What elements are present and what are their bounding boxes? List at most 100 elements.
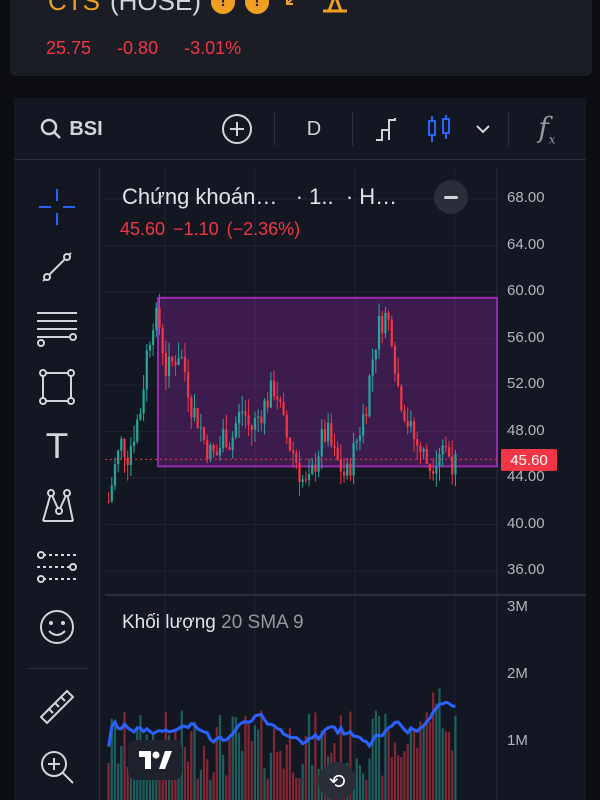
reset-chart-button[interactable]: ⟲ — [318, 762, 356, 800]
candles-icon — [428, 115, 450, 142]
candle-body — [225, 429, 228, 448]
volume-bar — [107, 762, 110, 800]
price-axis-label: 60.00 — [507, 282, 545, 299]
alert-icon[interactable] — [315, 0, 355, 17]
candle-body — [282, 402, 285, 415]
volume-bar — [298, 777, 301, 800]
candle-body — [272, 380, 276, 397]
candle-body — [183, 356, 187, 373]
candle-body — [212, 444, 215, 452]
legend-exchange: · H… — [345, 184, 398, 209]
volume-params: 20 SMA 9 — [221, 612, 304, 633]
candle-body — [174, 361, 177, 366]
volume-bar — [202, 745, 206, 800]
candle-body — [132, 441, 136, 447]
candle-body — [222, 429, 225, 449]
candle-body — [307, 473, 311, 480]
chevron-down-icon — [476, 125, 490, 134]
legend-change-pct: (−2.36%) — [226, 219, 301, 239]
candle-body — [288, 437, 292, 451]
candle-body — [298, 462, 301, 483]
candle-body — [187, 372, 190, 398]
crosshair-tool[interactable] — [32, 182, 82, 232]
price-axis-label: 48.00 — [507, 421, 545, 439]
candle-body — [142, 389, 145, 414]
volume-axis-label: 1M — [507, 732, 528, 749]
volume-bar — [355, 758, 358, 800]
candle-body — [384, 312, 387, 334]
add-symbol-button[interactable] — [214, 98, 260, 160]
candle-body — [393, 345, 397, 374]
indicators-button[interactable]: fx — [524, 98, 570, 160]
volume-bar — [435, 703, 438, 800]
collapse-legend-button[interactable] — [434, 180, 468, 214]
candle-body — [358, 435, 362, 441]
candle-body — [320, 429, 323, 457]
prediction-tool[interactable] — [32, 542, 82, 592]
volume-bar — [384, 713, 387, 800]
price-axis-label: 68.00 — [507, 189, 545, 206]
bar-style-button[interactable] — [366, 98, 412, 160]
candle-body — [365, 414, 368, 417]
emoji-tool[interactable] — [32, 602, 82, 652]
last-price-label: 45.60 — [501, 449, 557, 471]
volume-bar — [406, 743, 409, 800]
rectangle-tool[interactable] — [32, 362, 82, 412]
candle-body — [107, 501, 110, 503]
candle-body — [123, 438, 126, 458]
candle-body — [368, 375, 371, 417]
candle-body — [257, 416, 260, 419]
candle-body — [253, 418, 257, 430]
candle-body — [113, 464, 117, 486]
price-axis-label: 40.00 — [507, 514, 545, 532]
search-icon — [41, 118, 62, 139]
trend-line-icon — [42, 252, 72, 282]
symbol-header: CTS (HOSE) ! ! — [48, 0, 355, 17]
candle-body — [180, 356, 183, 358]
volume-legend[interactable]: Khối lượng 20 SMA 9 — [122, 612, 304, 634]
tradingview-logo[interactable] — [128, 740, 182, 780]
ticker-symbol[interactable]: CTS — [48, 0, 100, 17]
volume-bar — [444, 731, 447, 800]
crosshair-icon — [39, 189, 75, 225]
volume-bar — [447, 731, 451, 800]
ruler-tool[interactable] — [32, 682, 82, 732]
candle-body — [155, 307, 158, 331]
chart-toolbar: BSI D fx — [14, 98, 586, 160]
candle-body — [416, 438, 419, 446]
candle-body — [171, 356, 174, 362]
volume-bar — [285, 744, 288, 800]
zoom-in-tool[interactable] — [32, 742, 82, 792]
trend-line-tool[interactable] — [32, 242, 82, 292]
expand-icon[interactable] — [279, 0, 305, 14]
volume-bar — [276, 752, 279, 800]
emoji-icon — [40, 610, 74, 644]
interval-button[interactable]: D — [294, 98, 334, 160]
volume-bar — [368, 758, 371, 800]
header-change-pct: -3.01% — [184, 38, 242, 58]
candle-body — [400, 386, 403, 411]
chart-type-dropdown[interactable] — [466, 98, 500, 160]
header-price: 25.75 — [46, 38, 92, 58]
pattern-tool[interactable] — [32, 482, 82, 532]
header-change: -0.80 — [117, 38, 159, 58]
symbol-search-button[interactable]: BSI — [28, 98, 114, 160]
candle-body — [355, 440, 358, 443]
candle-body — [323, 429, 327, 442]
fib-tool[interactable] — [32, 302, 82, 352]
bar-style-icon — [376, 118, 396, 141]
text-tool[interactable]: T — [32, 422, 82, 472]
volume-bar — [209, 779, 212, 800]
volume-bar — [307, 713, 311, 800]
info-icon[interactable]: ! — [245, 0, 269, 14]
volume-bar — [397, 755, 400, 800]
candle-body — [438, 454, 441, 467]
chart-type-button[interactable] — [416, 98, 462, 160]
volume-bar — [381, 775, 384, 800]
legend-title[interactable]: Chứng khoán… · 1.. · H… — [122, 184, 397, 210]
candle-body — [435, 466, 438, 474]
warning-icon[interactable]: ! — [211, 0, 235, 14]
volume-bar — [196, 778, 199, 800]
legend-symbol-name: Chứng khoán… — [122, 184, 278, 209]
volume-bar — [225, 775, 228, 800]
